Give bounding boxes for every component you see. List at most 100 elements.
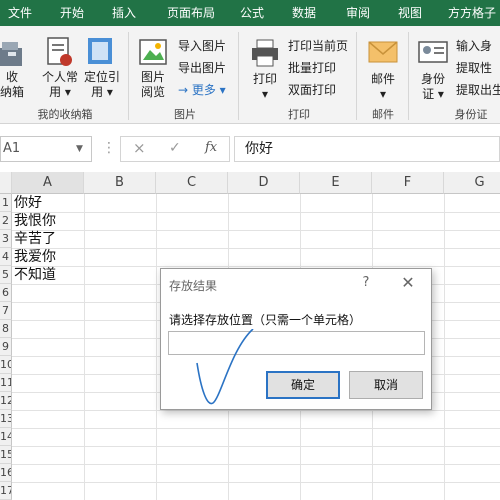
group-label-image: 图片 xyxy=(174,108,196,121)
row-header[interactable]: 12 xyxy=(0,392,12,410)
tab-insert[interactable]: 插入 xyxy=(104,0,144,26)
column-header-g[interactable]: G xyxy=(444,172,500,194)
row-header[interactable]: 2 xyxy=(0,212,12,230)
tab-file[interactable]: 文件 xyxy=(0,0,40,26)
column-header-f[interactable]: F xyxy=(372,172,444,194)
ribbon-separator xyxy=(128,32,129,120)
image-icon xyxy=(139,39,167,65)
tab-view[interactable]: 视图 xyxy=(390,0,430,26)
drag-handle-icon[interactable]: ⋮ xyxy=(102,140,116,156)
tab-home[interactable]: 开始 xyxy=(52,0,92,26)
row-header[interactable]: 8 xyxy=(0,320,12,338)
ribbon-separator xyxy=(238,32,239,120)
gridline xyxy=(12,464,500,465)
mail-label: 邮件 ▾ xyxy=(370,72,395,101)
row-header[interactable]: 16 xyxy=(0,464,12,482)
more-button[interactable]: → 更多 ▾ xyxy=(178,80,226,100)
chevron-down-icon[interactable]: ▼ xyxy=(76,144,83,154)
ok-button[interactable]: 确定 xyxy=(266,371,340,399)
column-header-c[interactable]: C xyxy=(156,172,228,194)
print-label: 打印 ▾ xyxy=(252,72,277,101)
gridline xyxy=(12,266,500,267)
cell-a2[interactable]: 我恨你 xyxy=(14,212,56,230)
batch-print-button[interactable]: 批量打印 xyxy=(288,58,336,78)
row-header[interactable]: 3 xyxy=(0,230,12,248)
formula-bar: A1 ▼ ⋮ × ✓ fx 你好 xyxy=(0,134,500,164)
formula-buttons: × ✓ fx xyxy=(120,136,230,162)
row-header[interactable]: 13 xyxy=(0,410,12,428)
gridline xyxy=(84,194,85,500)
tab-page-layout[interactable]: 页面布局 xyxy=(156,0,226,26)
row-header[interactable]: 17 xyxy=(0,482,12,500)
row-header[interactable]: 6 xyxy=(0,284,12,302)
store-result-dialog: 存放结果 ? ✕ 请选择存放位置（只需一个单元格） 确定 取消 xyxy=(160,268,432,410)
cell-a4[interactable]: 我爱你 xyxy=(14,248,56,266)
row-header[interactable]: 14 xyxy=(0,428,12,446)
locate-icon xyxy=(88,38,112,64)
id-card-icon xyxy=(418,41,448,63)
row-header[interactable]: 4 xyxy=(0,248,12,266)
ribbon: 收 纳箱 个人常 用 ▾ 定位引 用 ▾ 我的收纳箱 图片 阅览 导入图片 导出… xyxy=(0,26,500,124)
gridline xyxy=(12,482,500,483)
tab-fangfang[interactable]: 方方格子 xyxy=(442,0,500,26)
help-icon[interactable]: ? xyxy=(358,275,374,290)
id-card-label: 身份 证 ▾ xyxy=(420,72,445,101)
mail-icon xyxy=(368,41,398,63)
row-header[interactable]: 11 xyxy=(0,374,12,392)
input-id-button[interactable]: 输入身 xyxy=(456,36,492,56)
collect-label: 收 纳箱 xyxy=(0,70,25,99)
close-icon[interactable]: ✕ xyxy=(397,273,419,293)
cell-a1[interactable]: 你好 xyxy=(14,194,42,212)
gridline xyxy=(156,194,157,500)
cancel-icon[interactable]: × xyxy=(133,139,146,157)
gridline xyxy=(444,194,445,500)
column-header-b[interactable]: B xyxy=(84,172,156,194)
tab-data[interactable]: 数据 xyxy=(284,0,324,26)
group-label-print: 打印 xyxy=(288,108,310,121)
gridline xyxy=(12,446,500,447)
printer-icon xyxy=(252,39,278,67)
cell-a5[interactable]: 不知道 xyxy=(14,266,56,284)
row-header[interactable]: 7 xyxy=(0,302,12,320)
ribbon-separator xyxy=(408,32,409,120)
duplex-print-button[interactable]: 双面打印 xyxy=(288,80,336,100)
cell-a3[interactable]: 辛苦了 xyxy=(14,230,56,248)
insert-function-icon[interactable]: fx xyxy=(205,140,217,155)
row-header[interactable]: 9 xyxy=(0,338,12,356)
print-current-button[interactable]: 打印当前页 xyxy=(288,36,348,56)
group-label-id: 身份证 xyxy=(454,108,488,121)
column-header-a[interactable]: A xyxy=(12,172,84,194)
column-header-d[interactable]: D xyxy=(228,172,300,194)
checkmark-annotation xyxy=(196,329,254,405)
box-icon xyxy=(0,42,22,66)
group-label-collect: 我的收纳箱 xyxy=(37,108,93,121)
cancel-button[interactable]: 取消 xyxy=(349,371,423,399)
extract-gender-button[interactable]: 提取性 xyxy=(456,58,492,78)
gridline xyxy=(12,410,500,411)
gridline xyxy=(12,248,500,249)
import-image-button[interactable]: 导入图片 xyxy=(178,36,226,56)
ribbon-separator xyxy=(356,32,357,120)
gridline xyxy=(12,230,500,231)
dialog-prompt: 请选择存放位置（只需一个单元格） xyxy=(169,313,362,327)
group-label-mail: 邮件 xyxy=(372,108,394,121)
tab-review[interactable]: 审阅 xyxy=(338,0,378,26)
extract-birth-button[interactable]: 提取出生 xyxy=(456,80,500,100)
ribbon-tab-bar: 文件 开始 插入 页面布局 公式 数据 审阅 视图 方方格子 xyxy=(0,0,500,26)
gridline xyxy=(12,428,500,429)
row-header[interactable]: 15 xyxy=(0,446,12,464)
column-header-e[interactable]: E xyxy=(300,172,372,194)
dialog-title: 存放结果 xyxy=(169,279,218,293)
row-header[interactable]: 5 xyxy=(0,266,12,284)
export-image-button[interactable]: 导出图片 xyxy=(178,58,226,78)
gridline xyxy=(12,212,500,213)
image-browse-label: 图片 阅览 xyxy=(140,70,165,99)
enter-icon[interactable]: ✓ xyxy=(169,140,181,156)
personal-doc-icon xyxy=(47,37,72,66)
row-header[interactable]: 1 xyxy=(0,194,12,212)
formula-input[interactable]: 你好 xyxy=(234,136,500,162)
tab-formulas[interactable]: 公式 xyxy=(232,0,272,26)
select-all-corner[interactable] xyxy=(0,172,12,194)
row-header[interactable]: 10 xyxy=(0,356,12,374)
locate-label: 定位引 用 ▾ xyxy=(83,70,120,99)
